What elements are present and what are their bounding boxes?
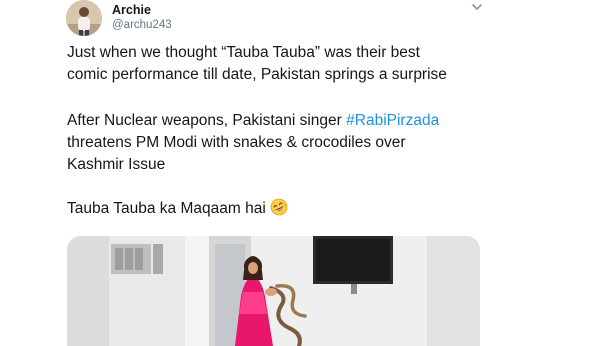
tweet-paragraph-3: Tauba Tauba ka Maqaam hai	[67, 198, 537, 223]
laughing-emoji-icon	[270, 198, 288, 223]
video-thumbnail[interactable]	[67, 236, 480, 346]
author-name[interactable]: Archie	[112, 3, 151, 17]
avatar[interactable]	[66, 0, 102, 36]
tweet-text-segment: Tauba Tauba ka Maqaam hai	[67, 200, 266, 217]
tweet-paragraph-2: After Nuclear weapons, Pakistani singer …	[67, 110, 537, 176]
tweet-text-line: threatens PM Modi with snakes & crocodil…	[67, 134, 406, 151]
tweet-paragraph-1: Just when we thought “Tauba Tauba” was t…	[67, 42, 537, 86]
chevron-down-icon[interactable]	[470, 0, 484, 14]
hashtag-link[interactable]: #RabiPirzada	[346, 112, 439, 129]
author-handle[interactable]: @archu243	[112, 19, 172, 31]
tweet-text-line: After Nuclear weapons, Pakistani singer …	[67, 110, 537, 132]
tweet: Archie @archu243 Just when we thought “T…	[0, 0, 600, 346]
tweet-text-line: Just when we thought “Tauba Tauba” was t…	[67, 44, 420, 61]
tweet-text-line: Kashmir Issue	[67, 156, 166, 173]
tweet-text-line: Tauba Tauba ka Maqaam hai	[67, 198, 537, 223]
tweet-text-segment: After Nuclear weapons, Pakistani singer	[67, 112, 347, 129]
tweet-text-line: comic performance till date, Pakistan sp…	[67, 66, 447, 83]
